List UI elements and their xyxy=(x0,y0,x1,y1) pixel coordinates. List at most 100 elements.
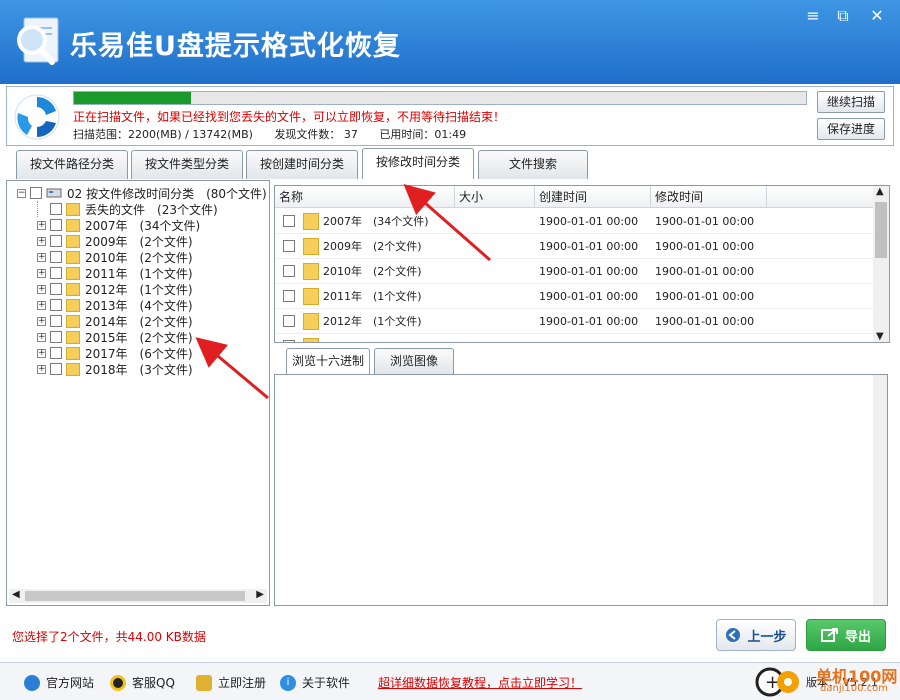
qq-link[interactable]: 客服QQ xyxy=(110,674,175,691)
tree-item[interactable]: +2013年 (4个文件) xyxy=(37,297,193,313)
cell-count: (1个文件) xyxy=(373,290,422,303)
table-row[interactable]: 2011年 (1个文件) 1900-01-01 00:00 1900-01-01 00… xyxy=(275,284,875,309)
cell-modified: 1900-01-01 00:00 xyxy=(655,290,755,303)
tree-item[interactable]: +2015年 (2个文件) xyxy=(37,329,193,345)
tab-hex-view[interactable]: 浏览十六进制 xyxy=(286,348,370,374)
checkbox[interactable] xyxy=(50,299,62,311)
checkbox[interactable] xyxy=(50,347,62,359)
preview-scrollbar[interactable] xyxy=(873,375,887,605)
cell-name: 2011年 xyxy=(323,290,362,303)
row-checkbox[interactable] xyxy=(283,240,295,252)
expand-icon[interactable]: + xyxy=(37,236,46,246)
scan-range: 扫描范围：2200(MB) / 13742(MB) xyxy=(73,128,253,141)
col-created[interactable]: 创建时间 xyxy=(535,186,651,208)
restore-button[interactable]: ⧉ xyxy=(828,6,858,28)
export-label: 导出 xyxy=(844,629,871,645)
cell-name: 2010年 xyxy=(323,265,362,278)
menu-button[interactable]: ≡ xyxy=(798,6,828,28)
tree-item[interactable]: +2009年 (2个文件) xyxy=(37,233,193,249)
tab-image-view[interactable]: 浏览图像 xyxy=(374,348,454,374)
tree-item[interactable]: +2011年 (1个文件) xyxy=(37,265,193,281)
col-modified[interactable]: 修改时间 xyxy=(651,186,767,208)
vertical-scrollbar[interactable]: ▲ ▼ xyxy=(873,186,889,342)
scan-progress-fill xyxy=(74,92,192,104)
folder-icon xyxy=(66,282,80,296)
tree-item-count: (1个文件) xyxy=(139,282,193,297)
checkbox[interactable] xyxy=(50,363,62,375)
close-button[interactable]: ✕ xyxy=(862,6,892,28)
export-button[interactable]: 导出 xyxy=(806,619,886,651)
checkbox[interactable] xyxy=(50,235,62,247)
watermark-logo-icon: + xyxy=(755,667,799,697)
expand-icon[interactable]: + xyxy=(37,300,46,310)
scroll-left-icon[interactable]: ◀ xyxy=(12,589,20,600)
tree-item[interactable]: +2014年 (2个文件) xyxy=(37,313,193,329)
continue-scan-button[interactable]: 继续扫描 xyxy=(817,91,885,113)
row-checkbox[interactable] xyxy=(283,315,295,327)
scroll-right-icon[interactable]: ▶ xyxy=(256,589,264,600)
scroll-thumb[interactable] xyxy=(875,202,887,258)
checkbox[interactable] xyxy=(50,251,62,263)
row-checkbox[interactable] xyxy=(283,290,295,302)
expand-icon[interactable]: + xyxy=(37,268,46,278)
checkbox[interactable] xyxy=(50,203,62,215)
expand-icon[interactable]: + xyxy=(37,348,46,358)
scroll-thumb[interactable] xyxy=(25,591,245,601)
tab-by-modified[interactable]: 按修改时间分类 xyxy=(362,148,474,179)
table-row[interactable]: 2007年 (34个文件) 1900-01-01 00:00 1900-01-01 0… xyxy=(275,209,875,234)
table-row[interactable]: 2012年 (1个文件) 1900-01-01 00:00 1900-01-01 00… xyxy=(275,309,875,334)
expand-icon[interactable]: + xyxy=(37,252,46,262)
collapse-icon[interactable]: − xyxy=(17,188,26,198)
tree-item[interactable]: +2012年 (1个文件) xyxy=(37,281,193,297)
tab-by-created[interactable]: 按创建时间分类 xyxy=(246,150,358,179)
cell-created: 1900-01-01 00:00 xyxy=(539,290,639,303)
tab-file-search[interactable]: 文件搜索 xyxy=(478,150,588,179)
table-row[interactable]: 2009年 (2个文件) 1900-01-01 00:00 1900-01-01 00… xyxy=(275,234,875,259)
tree-item[interactable]: +2017年 (6个文件) xyxy=(37,345,193,361)
table-row[interactable] xyxy=(275,334,875,342)
folder-icon xyxy=(303,313,319,330)
register-link[interactable]: 立即注册 xyxy=(196,674,266,691)
cell-created: 1900-01-01 00:00 xyxy=(539,240,639,253)
back-button[interactable]: 上一步 xyxy=(716,619,796,651)
tree-item-label: 2012年 xyxy=(85,282,128,297)
tree-root[interactable]: − 02 按文件修改时间分类 (80个文件) xyxy=(17,185,267,201)
col-name[interactable]: 名称 xyxy=(275,186,455,208)
back-arrow-icon xyxy=(726,628,741,642)
tree-item-count: (34个文件) xyxy=(139,218,201,233)
horizontal-scrollbar[interactable]: ◀ ▶ xyxy=(9,589,267,603)
cell-modified: 1900-01-01 00:00 xyxy=(655,215,755,228)
tree-item[interactable]: +2018年 (3个文件) xyxy=(37,361,193,377)
expand-icon[interactable]: + xyxy=(37,364,46,374)
tree-item-label: 2014年 xyxy=(85,314,128,329)
tab-by-path[interactable]: 按文件路径分类 xyxy=(16,150,128,179)
row-checkbox[interactable] xyxy=(283,265,295,277)
checkbox[interactable] xyxy=(50,331,62,343)
col-size[interactable]: 大小 xyxy=(455,186,535,208)
tree-item[interactable]: +2010年 (2个文件) xyxy=(37,249,193,265)
tree-item-count: (2个文件) xyxy=(139,250,193,265)
checkbox[interactable] xyxy=(50,315,62,327)
expand-icon[interactable]: + xyxy=(37,316,46,326)
checkbox[interactable] xyxy=(50,267,62,279)
tree-item[interactable]: +2007年 (34个文件) xyxy=(37,217,200,233)
expand-icon[interactable]: + xyxy=(37,220,46,230)
tree-item[interactable]: 丢失的文件 (23个文件) xyxy=(37,201,218,217)
website-link[interactable]: 官方网站 xyxy=(24,674,94,691)
expand-icon[interactable]: + xyxy=(37,332,46,342)
save-progress-button[interactable]: 保存进度 xyxy=(817,118,885,140)
scroll-up-icon[interactable]: ▲ xyxy=(876,186,884,197)
tab-by-type[interactable]: 按文件类型分类 xyxy=(131,150,243,179)
expand-icon[interactable]: + xyxy=(37,284,46,294)
tutorial-link[interactable]: 超详细数据恢复教程，点击立即学习！ xyxy=(378,674,582,691)
table-row[interactable]: 2010年 (2个文件) 1900-01-01 00:00 1900-01-01 00… xyxy=(275,259,875,284)
checkbox[interactable] xyxy=(50,219,62,231)
checkbox[interactable] xyxy=(50,283,62,295)
about-link[interactable]: i 关于软件 xyxy=(280,674,350,691)
row-checkbox[interactable] xyxy=(283,215,295,227)
row-checkbox[interactable] xyxy=(283,340,295,342)
checkbox[interactable] xyxy=(30,187,42,199)
cell-created: 1900-01-01 00:00 xyxy=(539,265,639,278)
tree-item-count: (2个文件) xyxy=(139,234,193,249)
scroll-down-icon[interactable]: ▼ xyxy=(876,331,884,342)
